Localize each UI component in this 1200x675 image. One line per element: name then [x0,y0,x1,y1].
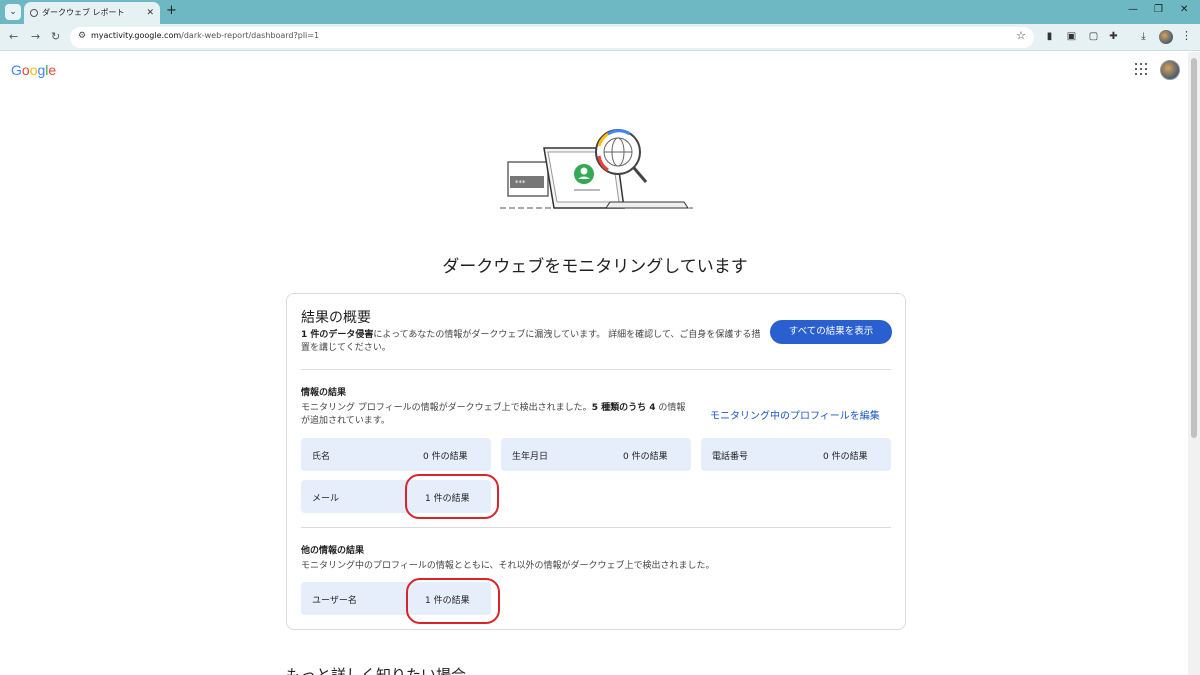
result-chip-birthdate[interactable]: 生年月日 0 件の結果 [501,438,691,471]
site-info-icon[interactable]: ⚙ [78,31,86,41]
bookmark-star-icon[interactable]: ☆ [1016,29,1026,42]
result-chip-name[interactable]: 氏名 0 件の結果 [301,438,491,471]
info-results-desc: モニタリング プロフィールの情報がダークウェブ上で検出されました。5 種類のうち… [301,403,686,426]
profile-avatar[interactable] [1159,30,1173,44]
tab-strip: ⌄ ダークウェブ レポート ✕ + — ❐ ✕ [0,0,1200,24]
info-results-title: 情報の結果 [301,388,347,398]
minimize-icon[interactable]: — [1128,4,1138,15]
annotation-circle [406,578,500,624]
puzzle-icon[interactable]: ✚ [1107,30,1120,43]
dark-web-illustration: *** [500,129,693,209]
account-avatar[interactable] [1160,60,1180,80]
address-bar[interactable]: ⚙ myactivity.google.com/dark-web-report/… [70,27,1034,48]
tab-search-button[interactable]: ⌄ [5,4,21,20]
other-results-title: 他の情報の結果 [301,546,365,556]
tab-active[interactable]: ダークウェブ レポート ✕ [24,2,160,24]
url-text: myactivity.google.com/dark-web-report/da… [91,31,320,40]
page-title: ダークウェブをモニタリングしています [442,257,748,277]
extension-icon[interactable]: ▣ [1065,30,1078,43]
svg-text:***: *** [515,179,526,187]
extension-icon[interactable]: ▢ [1087,30,1100,43]
learn-more-heading: もっと詳しく知りたい場合 [286,666,467,675]
reload-icon[interactable]: ↻ [51,30,60,43]
result-chip-phone[interactable]: 電話番号 0 件の結果 [701,438,891,471]
summary-card: 結果の概要 1 件のデータ侵害によってあなたの情報がダークウェブに漏洩しています… [286,293,906,630]
forward-icon[interactable]: → [31,30,40,43]
close-tab-icon[interactable]: ✕ [146,2,154,24]
page-content: Google *** ダークウェブをモニタリングしています 結果の概要 1 件の… [0,52,1188,675]
restore-icon[interactable]: ❐ [1154,4,1163,15]
tab-title: ダークウェブ レポート [42,8,125,17]
divider [301,527,891,528]
new-tab-button[interactable]: + [166,3,177,18]
back-icon[interactable]: ← [9,30,18,43]
annotation-circle [405,474,499,519]
summary-text: 1 件のデータ侵害によってあなたの情報がダークウェブに漏洩しています。 詳細を確… [301,330,761,353]
divider [301,369,891,370]
extension-icon[interactable]: ▮ [1043,30,1056,43]
edit-profile-link[interactable]: モニタリング中のプロフィールを編集 [710,407,880,422]
window-close-icon[interactable]: ✕ [1180,4,1188,15]
view-all-results-button[interactable]: すべての結果を表示 [770,320,892,344]
other-results-desc: モニタリング中のプロフィールの情報とともに、それ以外の情報がダークウェブ上で検出… [301,561,715,571]
scrollbar[interactable] [1188,52,1200,675]
apps-grid-icon[interactable] [1135,63,1147,75]
google-logo[interactable]: Google [11,62,56,78]
summary-title: 結果の概要 [301,310,371,326]
browser-toolbar: ← → ↻ ⚙ myactivity.google.com/dark-web-r… [0,24,1200,51]
download-icon[interactable]: ⤓ [1137,30,1150,43]
menu-icon[interactable]: ⋮ [1181,29,1192,42]
globe-icon [30,9,38,17]
scrollbar-thumb[interactable] [1191,58,1197,438]
